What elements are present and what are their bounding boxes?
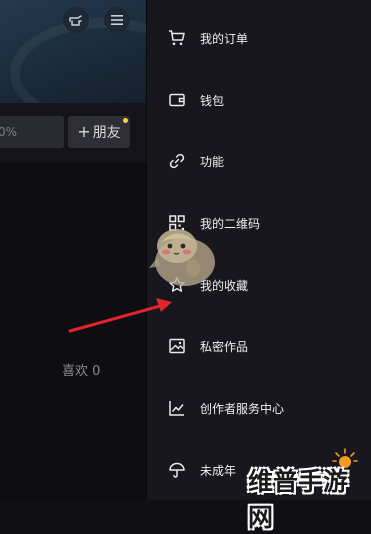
plus-icon: + bbox=[77, 122, 91, 141]
menu-item-creator-center[interactable]: 创作者服务中心 bbox=[147, 388, 371, 428]
profile-page-background: 0% + 朋友 喜欢 0 bbox=[0, 0, 146, 500]
link-icon bbox=[167, 151, 187, 171]
menu-item-label: 功能 bbox=[200, 154, 225, 169]
likes-tab[interactable]: 喜欢 0 bbox=[62, 360, 100, 379]
profile-completion-pill[interactable]: 0% bbox=[0, 116, 64, 148]
notification-dot bbox=[123, 118, 128, 123]
site-watermark: 维普手游网 bbox=[246, 448, 370, 532]
mascot-image bbox=[149, 229, 215, 286]
menu-item-label: 我的订单 bbox=[200, 31, 249, 46]
menu-item-label: 私密作品 bbox=[200, 339, 249, 354]
cart-icon bbox=[167, 28, 187, 48]
add-friend-button[interactable]: + 朋友 bbox=[68, 116, 130, 148]
menu-item-orders[interactable]: 我的订单 bbox=[147, 18, 371, 58]
menu-item-wallet[interactable]: 钱包 bbox=[147, 80, 371, 120]
menu-item-label: 未成年 bbox=[200, 463, 237, 478]
hamburger-icon bbox=[111, 15, 123, 25]
chart-line-icon bbox=[167, 398, 187, 418]
profile-completion-value: 0% bbox=[0, 125, 18, 139]
menu-item-private-works[interactable]: 私密作品 bbox=[147, 326, 371, 366]
menu-item-label: 钱包 bbox=[200, 93, 225, 108]
hand-point-button[interactable] bbox=[63, 7, 89, 33]
menu-item-features[interactable]: 功能 bbox=[147, 141, 371, 181]
annotation-arrow bbox=[60, 290, 180, 340]
add-friend-label: 朋友 bbox=[92, 125, 121, 141]
menu-button[interactable] bbox=[104, 7, 130, 33]
menu-item-label: 创作者服务中心 bbox=[200, 401, 285, 416]
watermark-text: 维普手游网 bbox=[248, 467, 349, 532]
wallet-icon bbox=[167, 90, 187, 110]
hand-point-icon bbox=[69, 15, 82, 26]
umbrella-icon bbox=[167, 460, 187, 480]
mascot-sticker bbox=[147, 216, 219, 290]
red-arrow-icon bbox=[68, 298, 172, 333]
